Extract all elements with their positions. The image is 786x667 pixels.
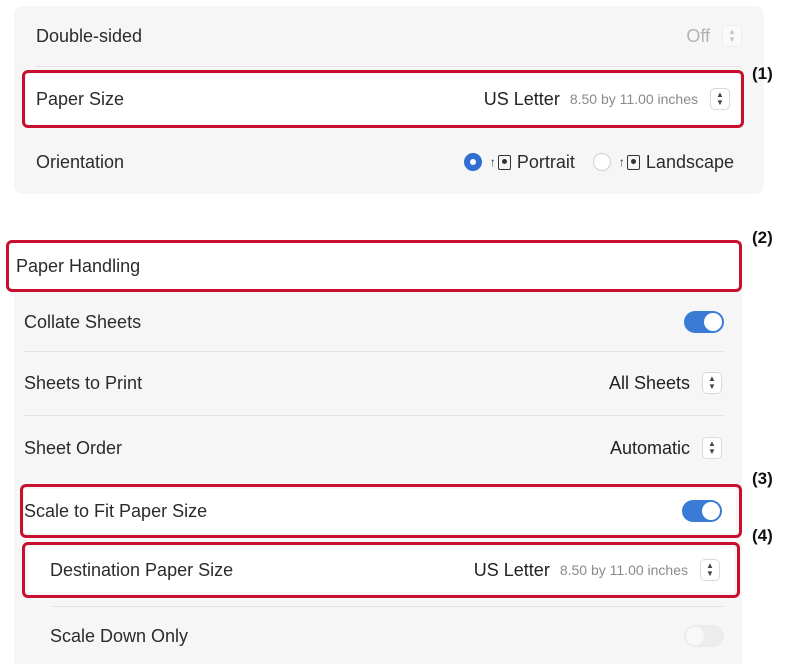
sheets-to-print-row: Sheets to Print All Sheets ▲ ▼ [24,363,722,403]
destination-paper-size-row: Destination Paper Size US Letter 8.50 by… [28,548,734,592]
destination-paper-size-detail: 8.50 by 11.00 inches [559,562,688,578]
orientation-label: Orientation [36,151,125,172]
paper-handling-panel [14,292,742,664]
collate-sheets-row: Collate Sheets [24,302,724,342]
paper-handling-header[interactable]: Paper Handling [14,246,730,286]
double-sided-value: Off [686,25,710,46]
landscape-label: Landscape [645,151,734,172]
up-down-chevron-icon[interactable]: ▲ ▼ [702,372,722,394]
up-down-chevron-icon[interactable]: ▲ ▼ [702,437,722,459]
scale-to-fit-row: Scale to Fit Paper Size [24,489,736,533]
double-sided-select[interactable]: Off ▲ ▼ [686,25,742,47]
paper-handling-title: Paper Handling [16,255,141,276]
sheets-to-print-value: All Sheets [608,372,690,393]
sheet-order-value: Automatic [609,437,690,458]
callout-1: (1) [752,64,773,83]
scale-down-only-row: Scale Down Only [50,616,724,656]
double-sided-row: Double-sided Off ▲ ▼ [36,16,742,56]
divider [24,415,724,416]
landscape-orientation-icon: ↑ [619,154,640,170]
portrait-orientation-icon: ↑ [490,154,511,170]
callout-3: (3) [752,469,773,488]
destination-paper-size-value: US Letter [473,559,550,580]
landscape-radio[interactable] [592,153,611,171]
callout-2: (2) [752,228,773,247]
scale-down-only-toggle[interactable] [684,625,724,647]
sheets-to-print-label: Sheets to Print [24,372,143,393]
scale-to-fit-toggle[interactable] [682,500,722,522]
divider [52,606,724,607]
portrait-radio[interactable] [463,153,482,171]
callout-4: (4) [752,526,773,545]
destination-paper-size-label: Destination Paper Size [50,559,234,580]
paper-size-detail: 8.50 by 11.00 inches [569,91,698,107]
sheet-order-select[interactable]: Automatic ▲ ▼ [610,437,722,459]
orientation-row: Orientation ↑ Portrait ↑ Landscape [36,141,734,183]
paper-size-value: US Letter [483,88,560,109]
sheet-order-label: Sheet Order [24,437,123,458]
double-sided-label: Double-sided [36,25,143,46]
sheet-order-row: Sheet Order Automatic ▲ ▼ [24,428,722,468]
divider [36,66,742,67]
scale-to-fit-label: Scale to Fit Paper Size [24,500,208,521]
scale-down-only-label: Scale Down Only [50,625,189,646]
paper-size-label: Paper Size [36,88,125,109]
up-down-chevron-icon[interactable]: ▲ ▼ [722,25,742,47]
paper-size-row: Paper Size US Letter 8.50 by 11.00 inche… [26,74,740,124]
sheets-to-print-select[interactable]: All Sheets ▲ ▼ [609,372,722,394]
destination-paper-size-select[interactable]: US Letter 8.50 by 11.00 inches ▲ ▼ [474,559,720,581]
up-down-chevron-icon[interactable]: ▲ ▼ [700,559,720,581]
divider [24,351,724,352]
collate-sheets-toggle[interactable] [684,311,724,333]
portrait-label: Portrait [516,151,575,172]
collate-sheets-label: Collate Sheets [24,311,142,332]
up-down-chevron-icon[interactable]: ▲ ▼ [710,88,730,110]
paper-size-select[interactable]: US Letter 8.50 by 11.00 inches ▲ ▼ [484,88,730,110]
